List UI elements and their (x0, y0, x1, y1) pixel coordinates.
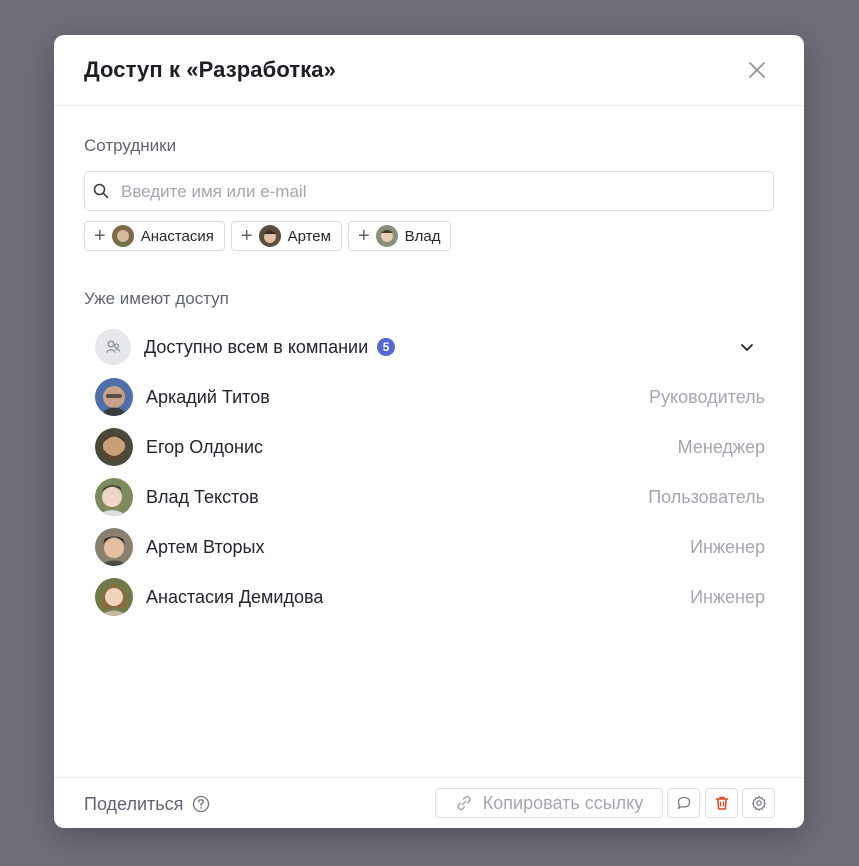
search-input[interactable] (119, 172, 763, 212)
search-icon (93, 183, 109, 199)
chip-label: Анастасия (140, 227, 214, 245)
modal-header: Доступ к «Разработка» (54, 35, 804, 106)
close-icon (749, 62, 765, 78)
link-icon (457, 795, 471, 811)
close-button[interactable] (746, 59, 768, 81)
avatar (95, 578, 133, 616)
group-icon (105, 340, 121, 353)
help-icon[interactable] (192, 795, 210, 813)
backdrop (0, 0, 859, 36)
avatar (375, 225, 398, 247)
modal-title: Доступ к «Разработка» (84, 57, 336, 82)
avatar (95, 478, 133, 516)
trash-icon (715, 796, 728, 810)
member-row[interactable]: Артем Вторых Инженер (95, 522, 765, 572)
member-name: Егор Олдонис (146, 436, 264, 457)
suggestion-chip[interactable]: + Анастасия (84, 221, 225, 251)
search-field[interactable] (84, 171, 774, 212)
company-access-label: Доступно всем в компании 5 (144, 337, 396, 358)
company-access-row[interactable]: Доступно всем в компании 5 (95, 322, 765, 372)
settings-button[interactable] (742, 788, 775, 818)
share-label: Поделиться (84, 794, 184, 814)
member-role[interactable]: Инженер (690, 587, 765, 608)
avatar (258, 225, 281, 247)
member-row[interactable]: Влад Текстов Пользователь (95, 472, 765, 522)
member-name: Аркадий Титов (146, 386, 270, 407)
member-name: Артем Вторых (146, 536, 265, 557)
avatar (111, 225, 134, 247)
member-name: Анастасия Демидова (146, 586, 324, 607)
suggestion-chip[interactable]: + Артем (230, 221, 342, 251)
avatar (95, 378, 133, 416)
avatar (95, 528, 133, 566)
member-role[interactable]: Руководитель (649, 387, 765, 408)
member-row[interactable]: Аркадий Титов Руководитель (95, 372, 765, 422)
group-avatar (95, 329, 131, 365)
comment-icon (677, 796, 690, 810)
avatar (95, 428, 133, 466)
copy-link-label: Копировать ссылку (482, 792, 644, 813)
member-row[interactable]: Егор Олдонис Менеджер (95, 422, 765, 472)
count-badge: 5 (377, 337, 396, 356)
member-role[interactable]: Менеджер (678, 437, 765, 458)
member-row[interactable]: Анастасия Демидова Инженер (95, 572, 765, 622)
member-name: Влад Текстов (146, 486, 259, 507)
chevron-down-icon[interactable] (739, 339, 755, 355)
member-role[interactable]: Пользователь (648, 487, 765, 508)
access-label: Уже имеют доступ (84, 289, 229, 308)
access-modal: Доступ к «Разработка» Сотрудники + Анаст… (54, 35, 804, 828)
modal-footer: Поделиться Копировать ссылку (54, 777, 804, 828)
suggestion-chip[interactable]: + Влад (347, 221, 452, 251)
gear-icon (751, 795, 766, 811)
comment-button[interactable] (667, 788, 700, 818)
suggested-users: + Анастасия + Артем + Влад (84, 221, 452, 251)
access-list: Доступно всем в компании 5 Аркадий Титов … (95, 322, 765, 622)
plus-icon: + (240, 225, 253, 247)
delete-button[interactable] (705, 788, 738, 818)
copy-link-button[interactable]: Копировать ссылку (435, 788, 663, 818)
chip-label: Влад (404, 227, 441, 245)
member-role[interactable]: Инженер (690, 537, 765, 558)
plus-icon: + (357, 225, 370, 247)
employees-label: Сотрудники (84, 136, 177, 155)
chip-label: Артем (287, 227, 331, 245)
plus-icon: + (94, 225, 106, 247)
